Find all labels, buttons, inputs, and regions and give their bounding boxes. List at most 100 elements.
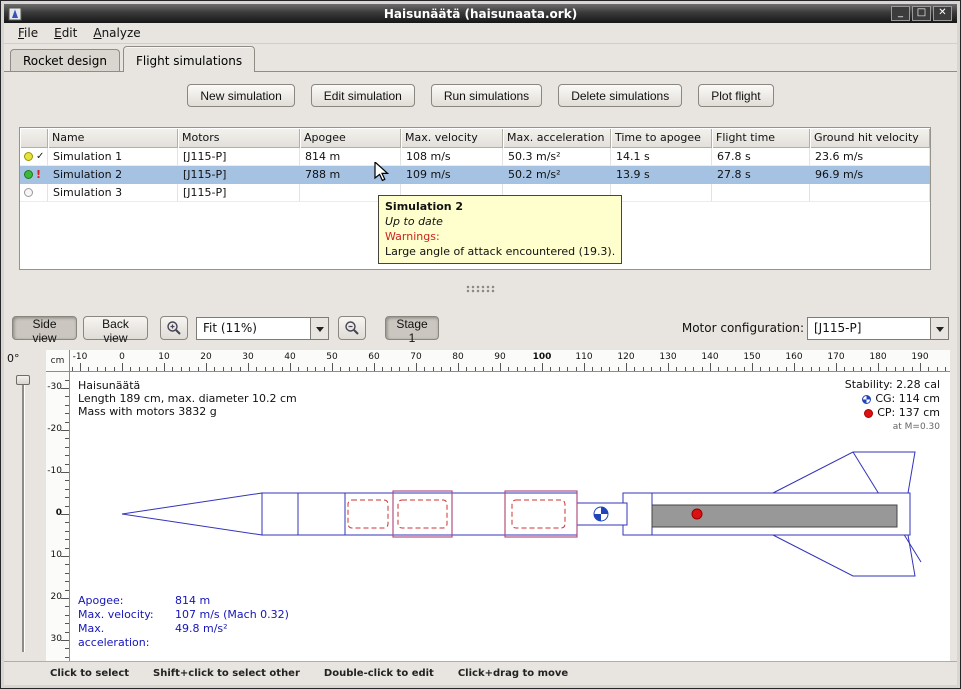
table-cell: 109 m/s [401, 166, 503, 184]
table-cell: [J115-P] [178, 184, 300, 202]
table-cell: Simulation 1 [48, 148, 178, 166]
window-title: Haisunäätä (haisunaata.ork) [384, 7, 577, 21]
table-cell [611, 184, 712, 202]
fin-bottom[interactable] [773, 535, 915, 576]
divider-grip-icon [466, 285, 496, 293]
column-header-status[interactable] [20, 128, 48, 148]
run-simulations-button[interactable]: Run simulations [431, 84, 542, 107]
column-header-time-to-apogee[interactable]: Time to apogee [611, 128, 712, 148]
menu-file[interactable]: File [10, 23, 46, 43]
column-header-max-acceleration[interactable]: Max. acceleration [503, 128, 611, 148]
motor-configuration-value: [J115-P] [808, 318, 930, 339]
table-cell: 27.8 s [712, 166, 810, 184]
mach-condition: at M=0.30 [845, 420, 940, 434]
nose-cone[interactable] [122, 493, 262, 535]
table-cell [712, 184, 810, 202]
motor-configuration-select[interactable]: [J115-P] [807, 317, 949, 340]
menu-bar: FileEditAnalyze [4, 23, 957, 44]
side-view-button[interactable]: Side view [12, 316, 77, 340]
split-pane-divider[interactable] [4, 282, 957, 296]
zoom-select-arrow[interactable] [310, 318, 328, 339]
cp-symbol [692, 509, 702, 519]
table-cell: [J115-P] [178, 166, 300, 184]
status-hint: Click to select [50, 668, 129, 679]
rocket-mass: Mass with motors 3832 g [78, 405, 297, 418]
tooltip-title: Simulation 2 [385, 199, 615, 214]
fin-top[interactable] [773, 452, 915, 493]
zoom-in-button[interactable] [160, 316, 188, 340]
status-ball-icon [24, 188, 33, 197]
table-cell: 14.1 s [611, 148, 712, 166]
column-header-name[interactable]: Name [48, 128, 178, 148]
zoom-select[interactable]: Fit (11%) [196, 317, 329, 340]
chevron-down-icon [316, 327, 324, 336]
table-cell: 50.2 m/s² [503, 166, 611, 184]
menu-analyze[interactable]: Analyze [85, 23, 148, 43]
simulation-toolbar: New simulation Edit simulation Run simulat… [4, 84, 957, 107]
cp-value: CP: 137 cm [877, 406, 940, 420]
warning-icon: ! [36, 168, 41, 181]
upper-body-tube[interactable] [262, 493, 577, 535]
rotation-slider-thumb[interactable] [16, 375, 30, 385]
design-info: Haisunäätä Length 189 cm, max. diameter … [78, 379, 297, 418]
column-header-apogee[interactable]: Apogee [300, 128, 401, 148]
status-cell: ! [20, 166, 48, 184]
flight-info-label: Apogee: [78, 594, 175, 608]
tooltip-warning-text: Large angle of attack encountered (19.3)… [385, 244, 615, 259]
flight-info-label: Max. acceleration: [78, 622, 175, 650]
table-cell: Simulation 3 [48, 184, 178, 202]
minimize-button[interactable]: _ [891, 6, 910, 21]
status-bar: Click to select Shift+click to select oth… [4, 661, 957, 685]
table-cell: Simulation 2 [48, 166, 178, 184]
rocket-view-canvas[interactable]: Haisunäätä Length 189 cm, max. diameter … [70, 372, 950, 661]
chevron-down-icon [936, 327, 944, 336]
table-row[interactable]: !Simulation 2[J115-P]788 m109 m/s50.2 m/… [20, 166, 930, 184]
maximize-button[interactable]: □ [912, 6, 931, 21]
tab-rocket-design[interactable]: Rocket design [10, 49, 120, 71]
cp-icon [864, 409, 873, 418]
table-cell: [J115-P] [178, 148, 300, 166]
zoom-select-value: Fit (11%) [197, 318, 310, 339]
table-cell: 108 m/s [401, 148, 503, 166]
table-cell: 50.3 m/s² [503, 148, 611, 166]
status-ball-icon [24, 152, 33, 161]
mouse-cursor [373, 162, 393, 182]
rocket-name: Haisunäätä [78, 379, 297, 392]
stage-1-button[interactable]: Stage 1 [385, 316, 439, 340]
flight-info: Apogee:814 mMax. velocity:107 m/s (Mach … [78, 594, 289, 650]
status-ball-icon [24, 170, 33, 179]
flight-info-value: 814 m [175, 594, 289, 608]
column-header-flight-time[interactable]: Flight time [712, 128, 810, 148]
table-cell: 67.8 s [712, 148, 810, 166]
title-bar[interactable]: Haisunäätä (haisunaata.ork) _ □ ✕ [4, 4, 957, 23]
tooltip-state: Up to date [385, 214, 615, 229]
column-header-ground-hit-velocity[interactable]: Ground hit velocity [810, 128, 930, 148]
column-header-max-velocity[interactable]: Max. velocity [401, 128, 503, 148]
menu-edit[interactable]: Edit [46, 23, 85, 43]
edit-simulation-button[interactable]: Edit simulation [311, 84, 415, 107]
table-cell: 96.9 m/s [810, 166, 930, 184]
motor-select-arrow[interactable] [930, 318, 948, 339]
table-cell [810, 184, 930, 202]
delete-simulations-button[interactable]: Delete simulations [558, 84, 682, 107]
rotation-angle-label: 0° [7, 352, 20, 365]
tab-strip: Rocket designFlight simulations [10, 46, 258, 72]
table-row[interactable]: ✓Simulation 1[J115-P]814 m108 m/s50.3 m/… [20, 148, 930, 166]
status-hint: Shift+click to select other [153, 668, 300, 679]
motor[interactable] [652, 505, 897, 527]
flight-info-value: 107 m/s (Mach 0.32) [175, 608, 289, 622]
column-header-motors[interactable]: Motors [178, 128, 300, 148]
rocket-dimensions: Length 189 cm, max. diameter 10.2 cm [78, 392, 297, 405]
close-button[interactable]: ✕ [933, 6, 952, 21]
tab-flight-simulations[interactable]: Flight simulations [123, 46, 255, 72]
cg-symbol [594, 507, 608, 521]
stability-info: Stability: 2.28 cal CG: 114 cm CP: 137 c… [845, 378, 940, 434]
cg-icon [862, 395, 871, 404]
cg-value: CG: 114 cm [875, 392, 940, 406]
back-view-button[interactable]: Back view [83, 316, 148, 340]
rotation-slider-track[interactable] [22, 380, 24, 652]
new-simulation-button[interactable]: New simulation [187, 84, 294, 107]
window-icon [8, 7, 22, 21]
plot-flight-button[interactable]: Plot flight [698, 84, 773, 107]
zoom-out-button[interactable] [338, 316, 366, 340]
